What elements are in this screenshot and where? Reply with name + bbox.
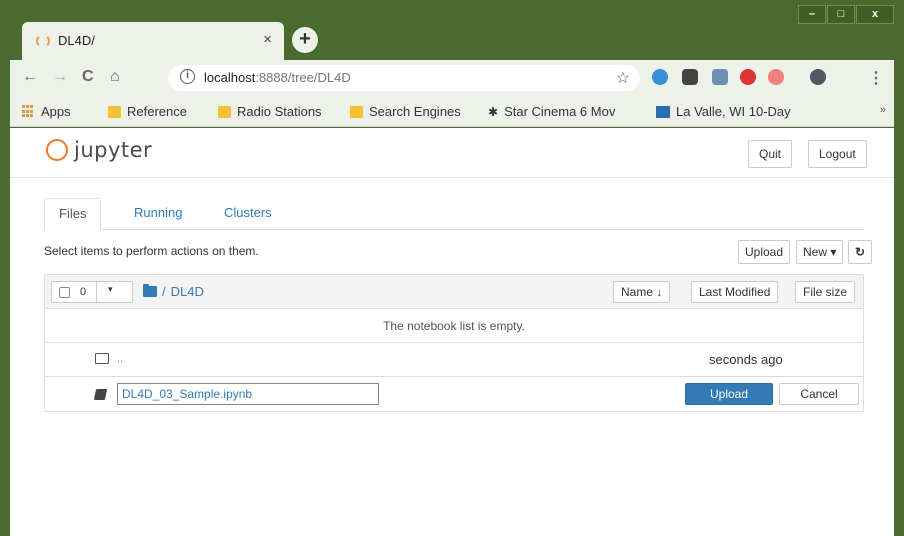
jupyter-logo-text: jupyter xyxy=(74,138,153,162)
browser-tab[interactable]: DL4D/ × xyxy=(22,22,284,60)
select-all-group: 0 ▾ xyxy=(51,281,133,303)
parent-dir-link[interactable]: .. xyxy=(117,353,123,365)
jupyter-logo[interactable]: jupyter xyxy=(46,138,152,162)
empty-list-message: The notebook list is empty. xyxy=(45,311,863,343)
url-text: localhost:8888/tree/DL4D xyxy=(204,70,351,85)
url-path: :8888/tree/DL4D xyxy=(255,70,351,85)
site-info-icon[interactable]: i xyxy=(180,69,195,84)
tab-close-icon[interactable]: × xyxy=(263,31,272,48)
select-all-checkbox[interactable] xyxy=(59,287,70,298)
extension-tag-icon[interactable] xyxy=(712,69,728,85)
address-bar[interactable]: i localhost:8888/tree/DL4D ☆ xyxy=(168,65,640,91)
new-dropdown-button[interactable]: New ▾ xyxy=(796,240,844,264)
breadcrumb-dl4d-link[interactable]: DL4D xyxy=(171,284,204,299)
sort-last-modified-button[interactable]: Last Modified xyxy=(691,281,779,303)
tab-title: DL4D/ xyxy=(58,33,95,48)
extension-globe-icon[interactable] xyxy=(652,69,668,85)
browser-toolbar: ← → C ⌂ i localhost:8888/tree/DL4D ☆ ⋮ xyxy=(10,60,894,95)
parent-modified: seconds ago xyxy=(709,352,783,367)
tab-clusters[interactable]: Clusters xyxy=(210,198,286,230)
upload-files-button[interactable]: Upload xyxy=(738,240,791,264)
selected-count: 0 xyxy=(80,286,87,298)
window-controls: – □ x xyxy=(798,5,894,24)
bookmark-radio-stations[interactable]: Radio Stations xyxy=(218,104,322,119)
reload-icon[interactable]: C xyxy=(82,68,94,86)
weather-icon xyxy=(656,105,670,118)
loading-spinner-icon xyxy=(36,34,50,48)
folder-outline-icon xyxy=(95,353,109,364)
title-bar: DL4D/ × + – □ x xyxy=(0,0,904,60)
list-header: 0 ▾ / DL4D Name ↓ Last Modified File siz… xyxy=(45,275,863,309)
upload-confirm-button[interactable]: Upload xyxy=(685,383,773,405)
sort-name-button[interactable]: Name ↓ xyxy=(613,281,671,303)
jupyter-page: jupyter Quit Logout Files Running Cluste… xyxy=(10,128,894,536)
jupyter-header: jupyter Quit Logout xyxy=(10,128,894,178)
back-icon[interactable]: ← xyxy=(22,68,38,86)
bookmark-search-engines[interactable]: Search Engines xyxy=(350,104,461,119)
folder-icon xyxy=(218,105,231,118)
list-item-upload: DL4D_03_Sample.ipynb Upload Cancel xyxy=(45,377,863,411)
logout-button[interactable]: Logout xyxy=(808,140,867,168)
extension-block-icon[interactable] xyxy=(768,69,784,85)
refresh-icon[interactable]: ↻ xyxy=(848,240,873,264)
forward-icon[interactable]: → xyxy=(52,68,68,86)
home-icon[interactable]: ⌂ xyxy=(110,68,120,86)
upload-cancel-button[interactable]: Cancel xyxy=(779,383,859,405)
close-window-button[interactable]: x xyxy=(856,5,894,24)
bookmark-star-cinema[interactable]: ✱ Star Cinema 6 Mov xyxy=(488,104,634,119)
bookmark-la-valle-weather[interactable]: La Valle, WI 10-Day xyxy=(656,104,814,119)
film-icon: ✱ xyxy=(488,104,499,119)
bookmark-star-icon[interactable]: ☆ xyxy=(616,68,630,88)
folder-icon xyxy=(350,105,363,118)
profile-avatar[interactable] xyxy=(810,69,826,85)
breadcrumb: / DL4D xyxy=(143,284,204,299)
tab-files[interactable]: Files xyxy=(44,198,102,230)
sort-file-size-button[interactable]: File size xyxy=(795,281,856,303)
upload-filename-input[interactable]: DL4D_03_Sample.ipynb xyxy=(117,383,379,405)
jupyter-tabs: Files Running Clusters xyxy=(44,198,864,230)
breadcrumb-separator: / xyxy=(162,284,166,299)
notebook-list: 0 ▾ / DL4D Name ↓ Last Modified File siz… xyxy=(44,274,864,412)
bookmark-label: La Valle, WI 10-Day xyxy=(676,104,791,119)
bookmark-label: Radio Stations xyxy=(237,104,322,119)
bookmarks-bar: Apps Reference Radio Stations Search Eng… xyxy=(10,95,894,127)
bookmark-label: Search Engines xyxy=(369,104,461,119)
jupyter-logo-icon xyxy=(46,139,68,161)
bookmark-apps[interactable]: Apps xyxy=(22,104,71,119)
tab-running[interactable]: Running xyxy=(120,198,196,230)
extension-qr-icon[interactable] xyxy=(682,69,698,85)
more-bookmarks-icon[interactable]: » xyxy=(880,104,886,116)
new-tab-button[interactable]: + xyxy=(292,27,318,53)
browser-menu-icon[interactable]: ⋮ xyxy=(868,68,884,88)
apps-grid-icon xyxy=(22,105,35,118)
maximize-button[interactable]: □ xyxy=(827,5,855,24)
bookmark-reference[interactable]: Reference xyxy=(108,104,187,119)
select-menu-caret-icon[interactable]: ▾ xyxy=(108,284,113,295)
extension-mail-icon[interactable] xyxy=(740,69,756,85)
notebook-icon xyxy=(93,389,108,400)
url-host: localhost xyxy=(204,70,256,85)
list-item-parent-dir[interactable]: .. seconds ago xyxy=(45,343,863,377)
bookmark-label: Star Cinema 6 Mov xyxy=(504,104,616,119)
minimize-button[interactable]: – xyxy=(798,5,826,24)
quit-button[interactable]: Quit xyxy=(748,140,793,168)
bookmark-label: Reference xyxy=(127,104,187,119)
folder-home-icon[interactable] xyxy=(143,284,157,297)
folder-icon xyxy=(108,105,121,118)
selection-hint: Select items to perform actions on them. xyxy=(44,244,259,258)
bookmark-apps-label: Apps xyxy=(41,104,71,119)
